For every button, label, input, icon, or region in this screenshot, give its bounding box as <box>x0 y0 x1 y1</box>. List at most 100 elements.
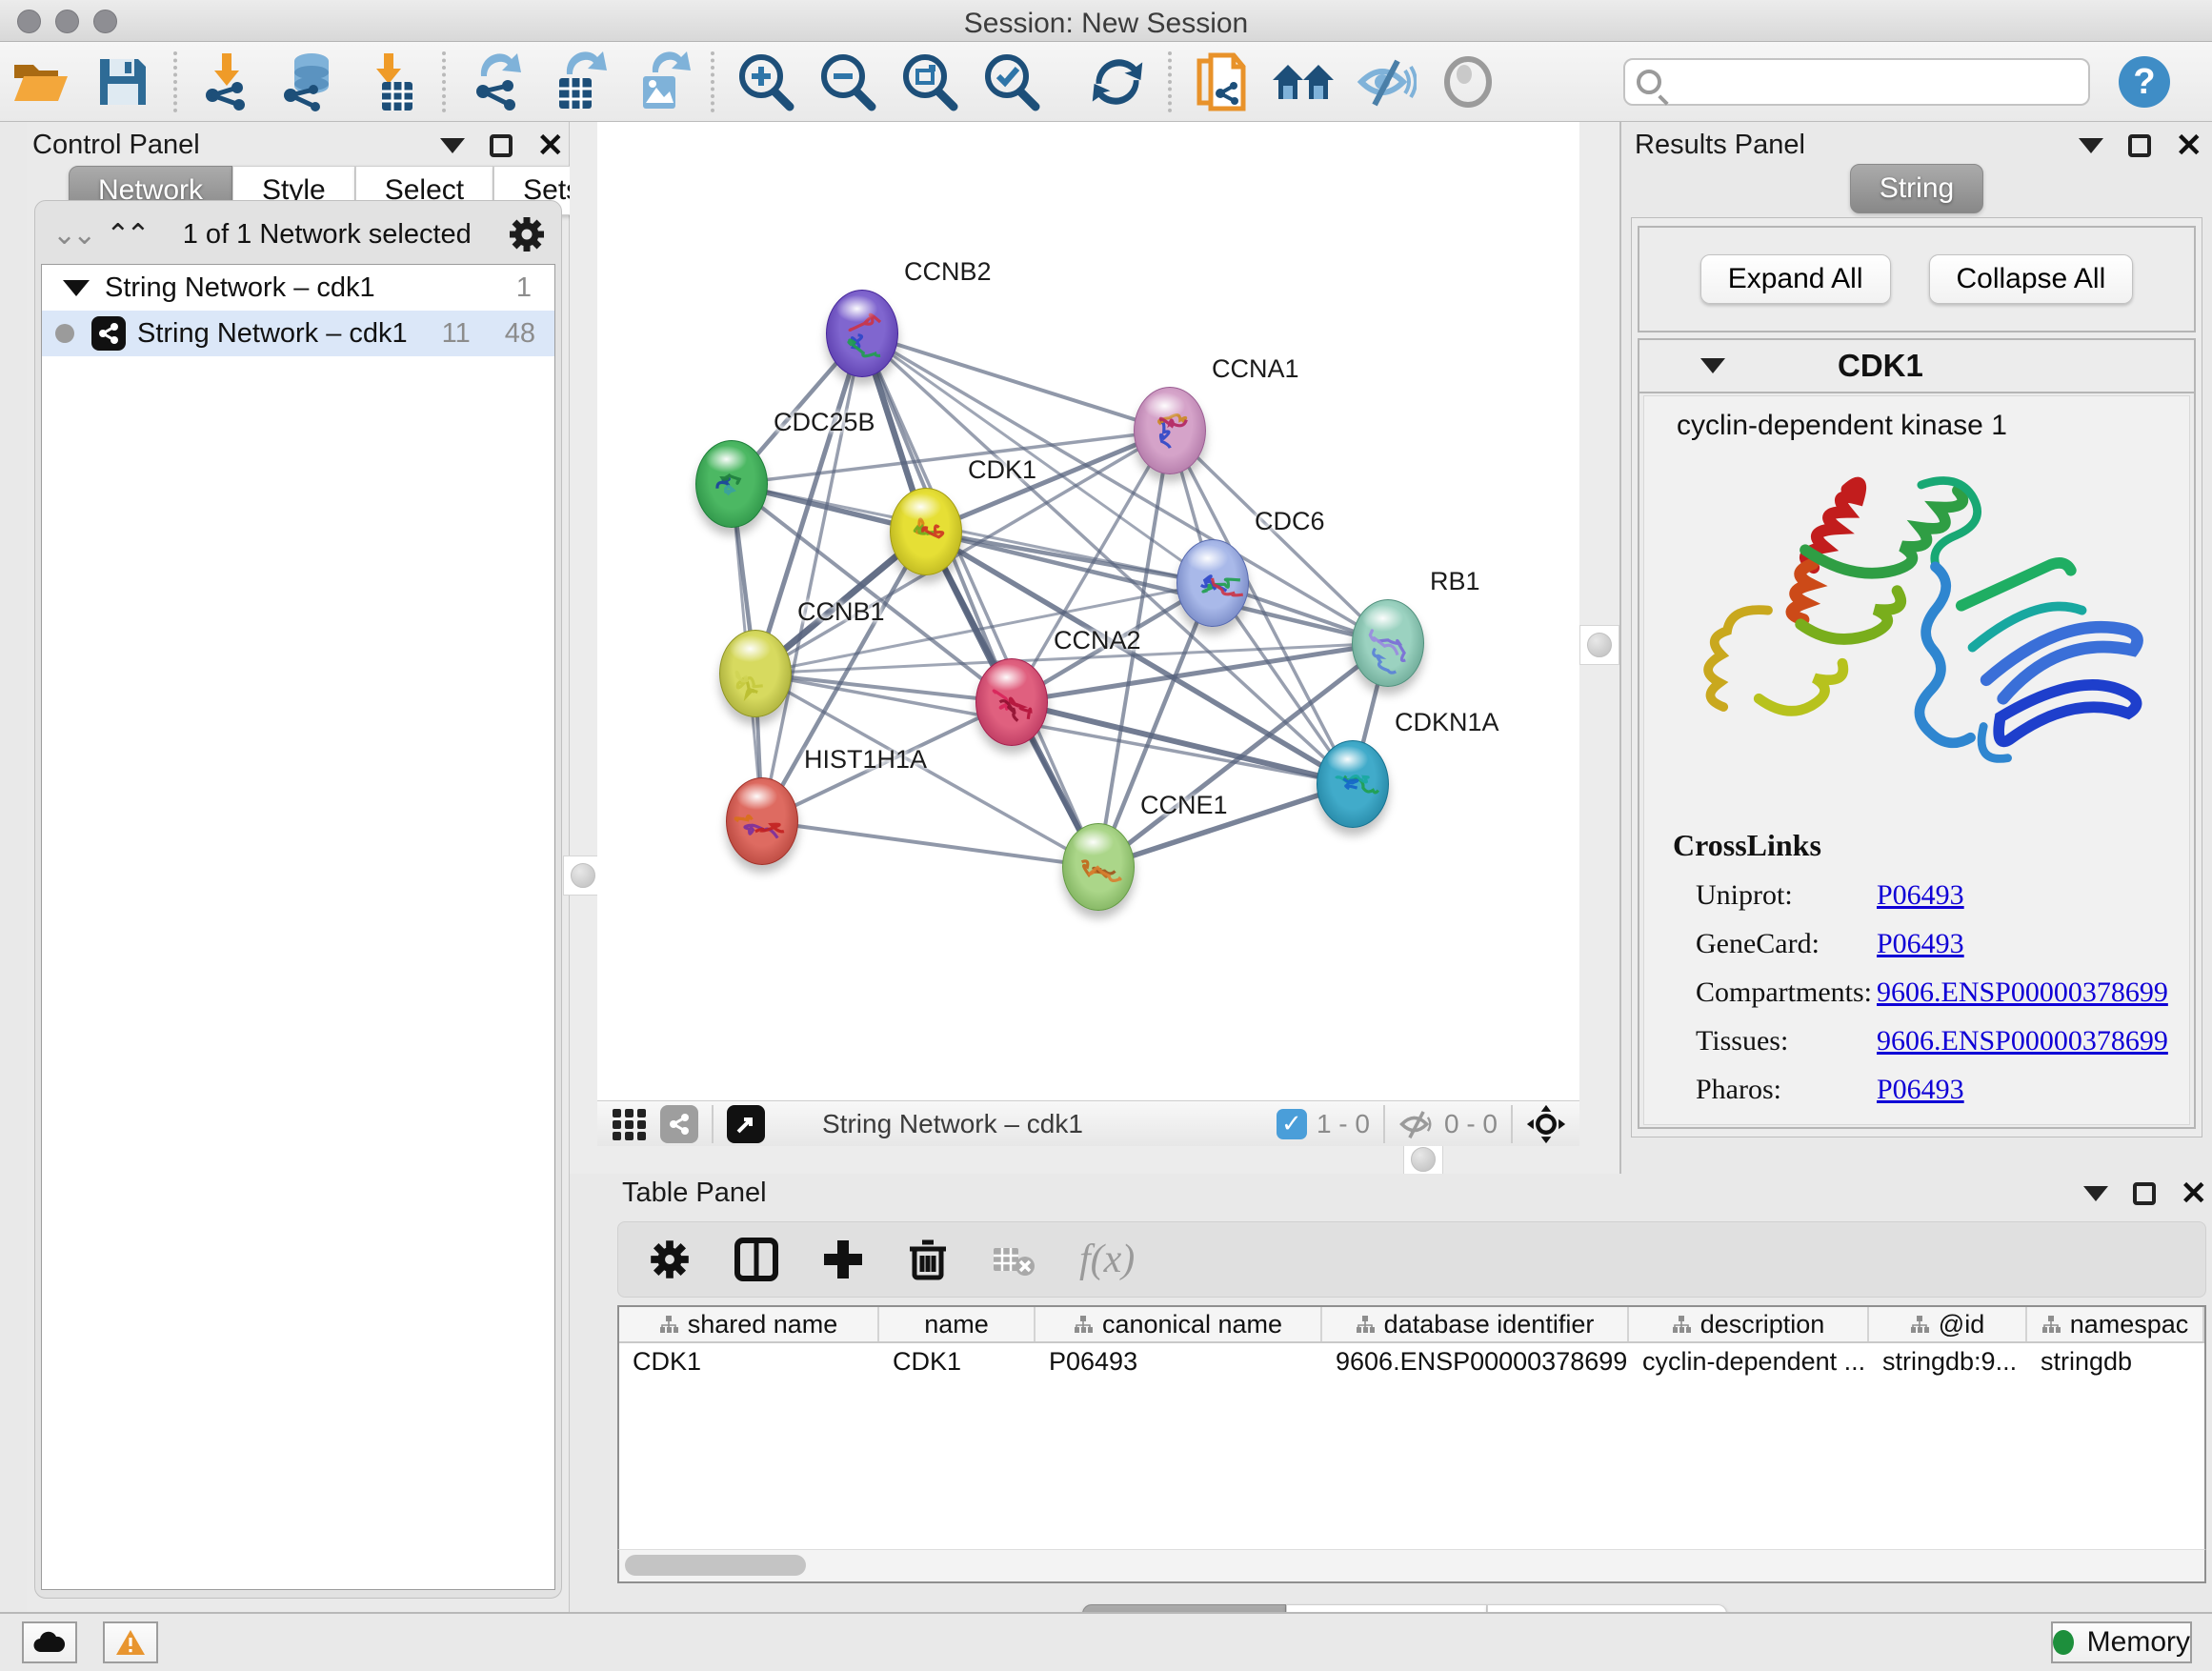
expand-all-icon[interactable]: ⌃⌃ <box>106 218 146 252</box>
network-node-CCNB1[interactable] <box>719 630 792 717</box>
panel-menu-icon[interactable] <box>2083 1186 2108 1201</box>
panel-float-icon[interactable] <box>2133 1182 2156 1205</box>
panel-float-icon[interactable] <box>490 134 513 157</box>
import-network-button[interactable] <box>187 48 269 116</box>
panel-close-icon[interactable]: ✕ <box>2176 134 2203 157</box>
table-hscrollbar[interactable] <box>617 1549 2206 1583</box>
collapse-all-button[interactable]: Collapse All <box>1929 254 2134 304</box>
birdseye-grid-icon[interactable] <box>611 1105 649 1143</box>
clone-network-button[interactable] <box>1181 48 1263 116</box>
network-node-CDK1[interactable] <box>890 488 962 575</box>
selected-counts: 1 - 0 <box>1317 1109 1370 1139</box>
crosslink-link[interactable]: 9606.ENSP00000378699 <box>1877 976 2168 1008</box>
toolbar-separator <box>1168 51 1172 112</box>
results-panel-title: Results Panel <box>1635 130 1805 161</box>
panel-menu-icon[interactable] <box>440 138 465 153</box>
network-row-selected[interactable]: String Network – cdk1 11 48 <box>42 311 554 356</box>
select-columns-icon[interactable] <box>734 1238 778 1281</box>
delete-table-icon[interactable] <box>992 1242 1036 1277</box>
function-builder-icon[interactable]: f(x) <box>1079 1237 1135 1282</box>
column-header-namespac[interactable]: namespac <box>2027 1307 2204 1341</box>
move-crosshair-icon[interactable] <box>1526 1104 1566 1144</box>
network-type-icon[interactable] <box>660 1105 698 1143</box>
apply-layout-button[interactable] <box>1076 48 1158 116</box>
add-column-icon[interactable] <box>822 1238 864 1280</box>
gear-icon[interactable] <box>508 215 546 253</box>
crosslink-link[interactable]: P06493 <box>1877 1074 1964 1105</box>
zoom-out-button[interactable] <box>806 48 888 116</box>
crosslink-link[interactable]: P06493 <box>1877 879 1964 911</box>
network-canvas[interactable]: CCNB2CCNA1CDC25BCDK1CDC6RB1CCNB1CCNA2CDK… <box>597 122 1579 1100</box>
zoom-in-button[interactable] <box>724 48 806 116</box>
table-row[interactable]: CDK1CDK1P064939606.ENSP00000378699cyclin… <box>619 1343 2204 1381</box>
table-cell[interactable]: stringdb <box>2027 1343 2204 1381</box>
panel-close-icon[interactable]: ✕ <box>537 134 565 157</box>
hide-selected-button[interactable] <box>1345 48 1427 116</box>
column-header-label: description <box>1700 1310 1825 1339</box>
expand-all-button[interactable]: Expand All <box>1700 254 1891 304</box>
delete-column-trash-icon[interactable] <box>908 1238 948 1281</box>
table-cell[interactable]: CDK1 <box>879 1343 1036 1381</box>
open-session-button[interactable] <box>0 48 82 116</box>
table-cell[interactable]: P06493 <box>1036 1343 1322 1381</box>
network-node-CDC25B[interactable] <box>695 440 768 528</box>
panel-close-icon[interactable]: ✕ <box>2181 1182 2208 1205</box>
memory-button[interactable]: Memory <box>2051 1621 2192 1663</box>
results-panel: Results Panel ✕ String Expand All Collap… <box>1619 122 2212 1174</box>
table-cell[interactable]: cyclin-dependent ... <box>1629 1343 1869 1381</box>
table-settings-gear-icon[interactable] <box>649 1238 691 1280</box>
right-splitter[interactable] <box>1579 122 1619 1174</box>
table-cell[interactable]: 9606.ENSP00000378699 <box>1322 1343 1629 1381</box>
network-node-CCNA1[interactable] <box>1134 387 1206 474</box>
column-header-name[interactable]: name <box>879 1307 1036 1341</box>
help-button[interactable]: ? <box>2103 48 2185 116</box>
left-splitter[interactable] <box>570 122 597 1174</box>
network-collection-row[interactable]: String Network – cdk1 1 <box>42 265 554 311</box>
toolbar-search-input[interactable] <box>1669 67 2069 97</box>
column-header-description[interactable]: description <box>1629 1307 1869 1341</box>
right-splitter-handle[interactable] <box>1579 625 1619 665</box>
export-image-button[interactable] <box>619 48 701 116</box>
table-cell[interactable]: stringdb:9... <box>1869 1343 2027 1381</box>
export-network-button[interactable] <box>455 48 537 116</box>
zoom-selected-button[interactable] <box>970 48 1052 116</box>
panel-menu-icon[interactable] <box>2079 138 2103 153</box>
network-node-CCNB2[interactable] <box>826 290 898 377</box>
show-all-networks-button[interactable] <box>1263 48 1345 116</box>
tab-string[interactable]: String <box>1850 164 1983 213</box>
tree-expander-icon[interactable] <box>63 280 90 296</box>
network-node-CDKN1A[interactable] <box>1317 740 1389 828</box>
column-header-shared-name[interactable]: shared name <box>619 1307 879 1341</box>
crosslink-link[interactable]: P06493 <box>1877 928 1964 959</box>
table-hscrollbar-thumb[interactable] <box>625 1555 806 1576</box>
node-label-CCNE1: CCNE1 <box>1140 791 1228 820</box>
export-table-button[interactable] <box>537 48 619 116</box>
column-header-canonical-name[interactable]: canonical name <box>1036 1307 1322 1341</box>
panel-float-icon[interactable] <box>2128 134 2151 157</box>
window-titlebar: Session: New Session <box>0 0 2212 42</box>
warnings-button[interactable] <box>103 1621 158 1663</box>
control-panel-title: Control Panel <box>32 130 200 161</box>
import-table-button[interactable] <box>351 48 432 116</box>
table-cell[interactable]: CDK1 <box>619 1343 879 1381</box>
column-header-@id[interactable]: @id <box>1869 1307 2027 1341</box>
cloud-status-button[interactable] <box>22 1621 77 1663</box>
import-network-from-database-button[interactable] <box>269 48 351 116</box>
save-session-button[interactable] <box>82 48 164 116</box>
node-label-CCNB1: CCNB1 <box>797 597 885 627</box>
network-node-HIST1H1A[interactable] <box>726 777 798 865</box>
crosslink-link[interactable]: 9606.ENSP00000378699 <box>1877 1025 2168 1057</box>
network-node-CCNA2[interactable] <box>975 658 1048 746</box>
network-node-CCNE1[interactable] <box>1062 823 1135 911</box>
show-hidden-button[interactable] <box>1427 48 1509 116</box>
column-header-database-identifier[interactable]: database identifier <box>1322 1307 1629 1341</box>
protein-collapse-icon[interactable] <box>1700 358 1725 373</box>
zoom-fit-button[interactable] <box>888 48 970 116</box>
network-node-RB1[interactable] <box>1352 599 1424 687</box>
open-in-browser-icon[interactable] <box>727 1105 765 1143</box>
hidden-eye-icon[interactable] <box>1398 1108 1435 1140</box>
network-node-CDC6[interactable] <box>1176 539 1249 627</box>
collapse-all-icon[interactable]: ⌄⌄ <box>52 218 92 252</box>
selected-checkbox-icon[interactable]: ✓ <box>1277 1109 1307 1139</box>
node-label-CCNA2: CCNA2 <box>1054 626 1141 655</box>
